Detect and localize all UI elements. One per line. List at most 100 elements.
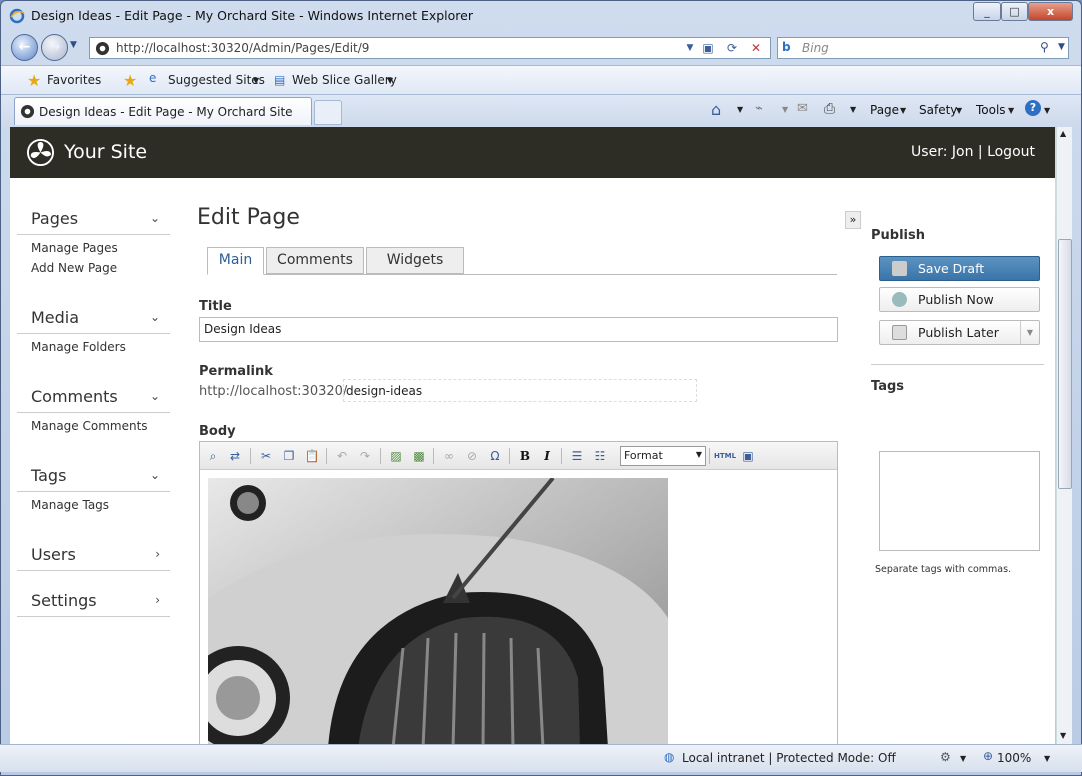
title-input[interactable]: Design Ideas bbox=[199, 317, 838, 342]
edit-page-main: Edit Page Main Comments Widgets Title De… bbox=[197, 205, 847, 744]
html-source-icon[interactable]: HTML bbox=[714, 447, 736, 465]
sidebar-item-manage-tags[interactable]: Manage Tags bbox=[17, 492, 170, 512]
web-page: Your Site User: Jon | Logout Pages ⌄ Mana… bbox=[10, 127, 1055, 744]
sidebar-item-add-new-page[interactable]: Add New Page bbox=[17, 255, 170, 275]
print-icon[interactable]: ⎙ bbox=[824, 101, 835, 117]
sidebar-item-manage-comments[interactable]: Manage Comments bbox=[17, 413, 170, 433]
permalink-input[interactable]: design-ideas bbox=[343, 379, 697, 402]
tools-menu[interactable]: Tools bbox=[976, 103, 1006, 117]
sidebar-item-manage-pages[interactable]: Manage Pages bbox=[17, 235, 170, 255]
page-menu[interactable]: Page bbox=[870, 103, 899, 117]
orchard-favicon-icon bbox=[20, 104, 35, 119]
refresh-icon[interactable]: ⟳ bbox=[724, 40, 740, 56]
bullet-list-icon[interactable]: ☷ bbox=[591, 447, 609, 465]
publish-later-button[interactable]: Publish Later ▼ bbox=[879, 320, 1040, 345]
search-options-icon[interactable]: ▼ bbox=[1058, 42, 1065, 52]
fullscreen-icon[interactable]: ▣ bbox=[739, 447, 757, 465]
chevron-down-icon: ⌄ bbox=[149, 389, 160, 403]
home-dropdown-icon[interactable]: ▼ bbox=[737, 105, 743, 114]
suggested-dropdown-icon[interactable]: ▼ bbox=[253, 76, 259, 85]
minimize-button[interactable]: _ bbox=[973, 2, 1001, 21]
scrollbar-thumb[interactable] bbox=[1058, 239, 1072, 489]
copy-icon[interactable]: ❐ bbox=[280, 447, 298, 465]
paste-icon[interactable]: 📋 bbox=[303, 447, 321, 465]
security-dropdown-icon[interactable]: ▼ bbox=[960, 754, 966, 763]
home-icon[interactable]: ⌂ bbox=[711, 100, 721, 119]
zoom-icon[interactable]: ⊕ bbox=[983, 749, 993, 763]
unlink-icon[interactable]: ⊘ bbox=[463, 447, 481, 465]
compatibility-view-icon[interactable]: ▣ bbox=[700, 40, 716, 56]
browser-tab[interactable]: Design Ideas - Edit Page - My Orchard Si… bbox=[14, 97, 312, 125]
save-icon bbox=[892, 261, 907, 276]
zoom-level[interactable]: 100% bbox=[997, 751, 1031, 765]
tab-main[interactable]: Main bbox=[207, 247, 264, 275]
webslice-dropdown-icon[interactable]: ▼ bbox=[387, 76, 393, 85]
intranet-globe-icon: ◍ bbox=[664, 750, 675, 764]
chevron-down-icon[interactable]: ▼ bbox=[1027, 321, 1033, 344]
print-dropdown-icon[interactable]: ▼ bbox=[850, 105, 856, 114]
search-icon[interactable]: ⚲ bbox=[1040, 40, 1049, 54]
redo-icon[interactable]: ↷ bbox=[356, 447, 374, 465]
back-button[interactable]: ← bbox=[11, 34, 38, 61]
link-icon[interactable]: ∞ bbox=[440, 447, 458, 465]
forward-button[interactable]: → bbox=[41, 34, 68, 61]
sidebar-heading-settings[interactable]: Settings › bbox=[17, 579, 170, 617]
site-name[interactable]: Your Site bbox=[64, 141, 147, 163]
feeds-dropdown-icon[interactable]: ▼ bbox=[782, 105, 788, 114]
recent-pages-icon[interactable]: ▼ bbox=[70, 40, 77, 50]
sidebar-heading-tags[interactable]: Tags ⌄ bbox=[17, 454, 170, 492]
undo-icon[interactable]: ↶ bbox=[333, 447, 351, 465]
help-icon[interactable]: ? bbox=[1025, 100, 1041, 116]
format-select[interactable]: Format ▼ bbox=[620, 446, 706, 466]
cut-icon[interactable]: ✂ bbox=[257, 447, 275, 465]
new-tab-button[interactable] bbox=[314, 100, 342, 125]
insert-image-icon[interactable]: ▩ bbox=[410, 447, 428, 465]
scroll-down-icon[interactable]: ▼ bbox=[1060, 731, 1066, 740]
special-character-icon[interactable]: Ω bbox=[486, 447, 504, 465]
stop-icon[interactable]: ✕ bbox=[748, 40, 764, 56]
feeds-icon[interactable]: ⌁ bbox=[755, 101, 763, 116]
tags-title: Tags bbox=[871, 379, 905, 394]
tools-menu-dropdown-icon[interactable]: ▼ bbox=[1008, 106, 1014, 115]
close-button[interactable]: x bbox=[1028, 2, 1073, 21]
address-bar[interactable]: http://localhost:30320/Admin/Pages/Edit/… bbox=[89, 37, 771, 59]
insert-media-icon[interactable]: ▨ bbox=[387, 447, 405, 465]
sidebar-item-manage-folders[interactable]: Manage Folders bbox=[17, 334, 170, 354]
security-icon[interactable]: ⚙ bbox=[940, 750, 951, 764]
add-favorite-icon[interactable]: ★ bbox=[123, 71, 137, 90]
sidebar-heading-media[interactable]: Media ⌄ bbox=[17, 296, 170, 334]
safety-menu-dropdown-icon[interactable]: ▼ bbox=[956, 106, 962, 115]
bold-icon[interactable]: B bbox=[516, 447, 534, 465]
tab-widgets[interactable]: Widgets bbox=[366, 247, 464, 274]
save-draft-button[interactable]: Save Draft bbox=[879, 256, 1040, 281]
scroll-up-icon[interactable]: ▲ bbox=[1060, 129, 1066, 138]
maximize-button[interactable]: □ bbox=[1001, 2, 1028, 21]
safety-menu[interactable]: Safety bbox=[919, 103, 957, 117]
favorites-button[interactable]: Favorites bbox=[47, 73, 101, 87]
suggested-sites[interactable]: Suggested Sites bbox=[168, 73, 265, 87]
tags-input[interactable] bbox=[879, 451, 1040, 551]
page-menu-dropdown-icon[interactable]: ▼ bbox=[900, 106, 906, 115]
collapse-panel-icon[interactable]: » bbox=[845, 211, 861, 229]
address-url[interactable]: http://localhost:30320/Admin/Pages/Edit/… bbox=[116, 41, 369, 55]
page-scrollbar[interactable]: ▲ ▼ bbox=[1056, 127, 1072, 744]
sidebar-heading-users[interactable]: Users › bbox=[17, 533, 170, 571]
help-dropdown-icon[interactable]: ▼ bbox=[1044, 106, 1050, 115]
chevron-right-icon: › bbox=[155, 593, 160, 607]
sidebar-heading-comments[interactable]: Comments ⌄ bbox=[17, 375, 170, 413]
zoom-dropdown-icon[interactable]: ▼ bbox=[1044, 754, 1050, 763]
italic-icon[interactable]: I bbox=[538, 447, 556, 465]
sidebar-heading-pages[interactable]: Pages ⌄ bbox=[17, 197, 170, 235]
publish-now-button[interactable]: Publish Now bbox=[879, 287, 1040, 312]
numbered-list-icon[interactable]: ☰ bbox=[568, 447, 586, 465]
security-zone[interactable]: Local intranet | Protected Mode: Off bbox=[682, 751, 896, 765]
replace-icon[interactable]: ⇄ bbox=[226, 447, 244, 465]
find-icon[interactable]: ⌕ bbox=[204, 447, 222, 465]
address-dropdown-icon[interactable]: ▼ bbox=[682, 40, 698, 56]
tab-comments[interactable]: Comments bbox=[266, 247, 364, 274]
web-slice-gallery[interactable]: Web Slice Gallery bbox=[292, 73, 397, 87]
read-mail-icon[interactable]: ✉ bbox=[797, 101, 808, 116]
user-logout[interactable]: User: Jon | Logout bbox=[911, 144, 1035, 160]
vintage-car-image bbox=[208, 478, 668, 744]
search-box[interactable]: b Bing ⚲ ▼ bbox=[777, 37, 1069, 59]
